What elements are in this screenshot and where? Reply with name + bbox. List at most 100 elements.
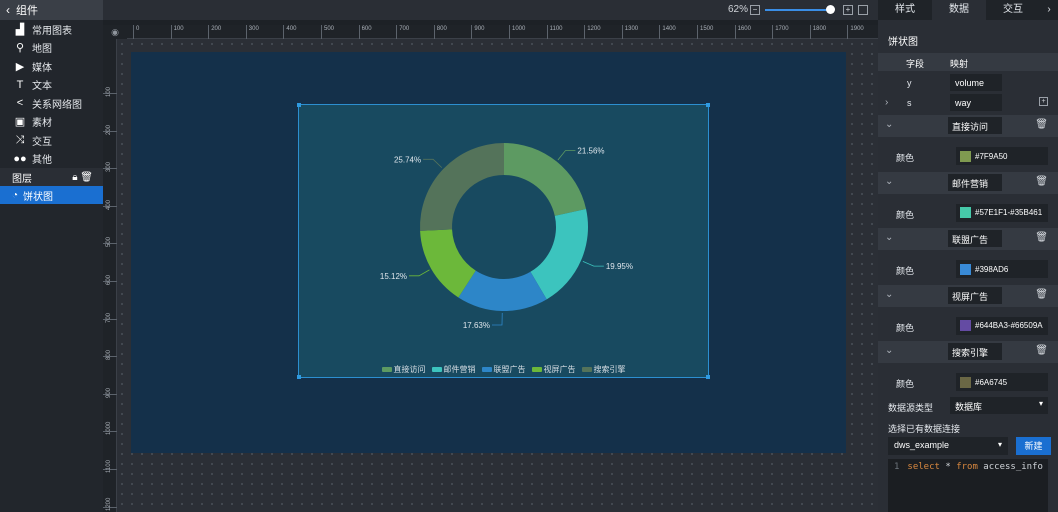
legend-label: 直接访问 bbox=[393, 365, 426, 374]
color-swatch bbox=[960, 320, 971, 331]
new-connection-button[interactable]: 新建 bbox=[1016, 437, 1051, 455]
trash-icon[interactable]: 🗑︎ bbox=[1035, 345, 1048, 356]
ruler-tick-label: 900 bbox=[106, 387, 112, 398]
color-label: 颜色 bbox=[896, 209, 915, 220]
trash-icon[interactable]: 🗑︎ bbox=[80, 172, 93, 183]
map-pin-icon: ⚲ bbox=[15, 42, 25, 55]
series-color-row: 颜色 #7F9A50 bbox=[878, 145, 1058, 167]
trash-icon[interactable]: 🗑︎ bbox=[1035, 119, 1048, 130]
trash-icon[interactable]: 🗑︎ bbox=[1035, 232, 1048, 243]
component-category-item[interactable]: ▣ 素材 bbox=[0, 113, 103, 132]
color-swatch bbox=[960, 207, 971, 218]
ruler-tick-label: 300 bbox=[106, 162, 112, 173]
datasource-type-row: 数据源类型 数据库 ▾ bbox=[878, 395, 1058, 415]
color-picker[interactable]: #57E1F1-#35B461 bbox=[956, 203, 1048, 222]
datasource-type-select[interactable]: 数据库 ▾ bbox=[950, 397, 1048, 414]
ruler-tick: 1000 bbox=[103, 422, 117, 435]
pie-chart-widget[interactable]: 21.56% 19.95% 17.63% 15.12% 25.74% 直接访问 邮件营销 联… bbox=[297, 103, 710, 379]
add-icon[interactable]: + bbox=[1039, 97, 1048, 106]
ruler-tick: 200 bbox=[103, 125, 117, 135]
tab-1[interactable]: 数据 bbox=[932, 0, 986, 20]
section-title: 饼状图 bbox=[888, 37, 918, 48]
color-picker[interactable]: #644BA3-#66509A bbox=[956, 316, 1048, 335]
zoom-slider-handle[interactable] bbox=[826, 5, 835, 14]
mapping-header: 字段 映射 bbox=[878, 53, 1058, 71]
vertical-ruler: 100 200 300 400 500 600 700 800 900 1000 1100 1200 bbox=[103, 39, 117, 512]
legend-item[interactable]: 邮件营销 bbox=[431, 364, 476, 375]
connection-value: dws_example bbox=[894, 440, 950, 450]
next-tab-icon[interactable]: › bbox=[1040, 0, 1058, 20]
series-name-input[interactable]: 搜索引擎 bbox=[948, 343, 1002, 360]
line-number: 1 bbox=[894, 462, 900, 472]
donut-slice[interactable] bbox=[504, 143, 587, 216]
trash-icon[interactable]: 🗑︎ bbox=[1035, 176, 1048, 187]
legend-item[interactable]: 直接访问 bbox=[381, 364, 426, 375]
component-category-item[interactable]: ▟ 常用图表 bbox=[0, 20, 103, 39]
sql-keyword: select bbox=[907, 462, 940, 472]
label-leader-line bbox=[423, 158, 443, 168]
sql-editor[interactable]: 1 select * from access_info bbox=[888, 459, 1048, 512]
tab-2[interactable]: 交互 bbox=[986, 0, 1040, 20]
shuffle-icon: ⤨ bbox=[15, 133, 25, 146]
layer-item-pie[interactable]: ◔ 饼状图 bbox=[0, 186, 103, 204]
donut-slice[interactable] bbox=[530, 208, 588, 300]
legend-item[interactable]: 搜索引擎 bbox=[581, 364, 626, 375]
trash-icon[interactable]: 🗑︎ bbox=[1035, 289, 1048, 300]
component-panel-header[interactable]: ‹ 组件 bbox=[0, 0, 103, 20]
color-swatch bbox=[960, 376, 971, 388]
component-category-item[interactable]: ●● 其他 bbox=[0, 150, 103, 169]
ruler-tick: 0 bbox=[133, 25, 139, 39]
donut-slice[interactable] bbox=[420, 143, 504, 231]
ruler-tick: 900 bbox=[103, 388, 117, 398]
legend-label: 邮件营销 bbox=[443, 365, 476, 374]
chevron-down-icon[interactable]: ⌄ bbox=[885, 176, 893, 187]
zoom-slider[interactable] bbox=[765, 9, 831, 11]
component-category-item[interactable]: T 文本 bbox=[0, 76, 103, 95]
series-name-input[interactable]: 邮件营销 bbox=[948, 173, 1002, 191]
component-category-item[interactable]: < 关系网络图 bbox=[0, 94, 103, 113]
series-color-row: 颜色 #57E1F1-#35B461 bbox=[878, 202, 1058, 224]
legend-swatch bbox=[581, 367, 592, 372]
ruler-tick: 1900 bbox=[847, 25, 864, 39]
series-name-input[interactable]: 直接访问 bbox=[948, 117, 1002, 134]
component-category-item[interactable]: ⚲ 地图 bbox=[0, 39, 103, 58]
legend-item[interactable]: 联盟广告 bbox=[481, 364, 526, 375]
zoom-in-icon[interactable]: + bbox=[843, 5, 853, 15]
component-category-item[interactable]: ▶ 媒体 bbox=[0, 57, 103, 76]
y-mapping-input[interactable]: volume bbox=[950, 74, 1002, 91]
fit-screen-icon[interactable] bbox=[858, 5, 868, 15]
chevron-down-icon[interactable]: ⌄ bbox=[885, 289, 893, 300]
chevron-down-icon[interactable]: ⌄ bbox=[885, 119, 893, 130]
color-picker[interactable]: #7F9A50 bbox=[956, 147, 1048, 165]
series-name-input[interactable]: 视屏广告 bbox=[948, 286, 1002, 304]
component-category-label: 地图 bbox=[32, 44, 52, 56]
series-row: ⌄ 邮件营销 🗑︎ bbox=[878, 171, 1058, 194]
text-icon: T bbox=[16, 78, 24, 91]
chevron-down-icon[interactable]: ⌄ bbox=[885, 232, 893, 243]
eye-icon[interactable]: ◉ bbox=[103, 25, 127, 39]
lock-icon[interactable]: 🔒︎ bbox=[72, 172, 77, 183]
color-picker[interactable]: #6A6745 bbox=[956, 373, 1048, 391]
color-picker[interactable]: #398AD6 bbox=[956, 260, 1048, 278]
ruler-tick: 1100 bbox=[546, 25, 563, 39]
component-category-item[interactable]: ⤨ 交互 bbox=[0, 131, 103, 150]
tab-0[interactable]: 样式 bbox=[878, 0, 932, 20]
legend-swatch bbox=[381, 367, 392, 372]
s-mapping-input[interactable]: way bbox=[950, 94, 1002, 111]
dots-icon: ●● bbox=[13, 152, 27, 165]
ruler-tick-label: 400 bbox=[106, 199, 112, 210]
series-name-input[interactable]: 联盟广告 bbox=[948, 230, 1002, 247]
ruler-tick: 500 bbox=[321, 25, 334, 39]
legend-item[interactable]: 视屏广告 bbox=[531, 364, 576, 375]
s-field-label: s bbox=[907, 98, 912, 108]
slice-label: 17.63% bbox=[463, 321, 490, 330]
chevron-down-icon[interactable]: ⌄ bbox=[885, 345, 893, 356]
chevron-right-icon[interactable]: › bbox=[885, 97, 888, 108]
back-chevron-icon[interactable]: ‹ bbox=[6, 3, 10, 17]
component-category-label: 素材 bbox=[32, 118, 52, 130]
s-mapping-row: › s way + bbox=[878, 92, 1058, 114]
chart-icon: ▟ bbox=[15, 23, 25, 36]
datasource-type-value: 数据库 bbox=[955, 402, 983, 412]
connection-select[interactable]: dws_example ▾ bbox=[888, 437, 1008, 455]
zoom-out-icon[interactable]: − bbox=[750, 5, 760, 15]
